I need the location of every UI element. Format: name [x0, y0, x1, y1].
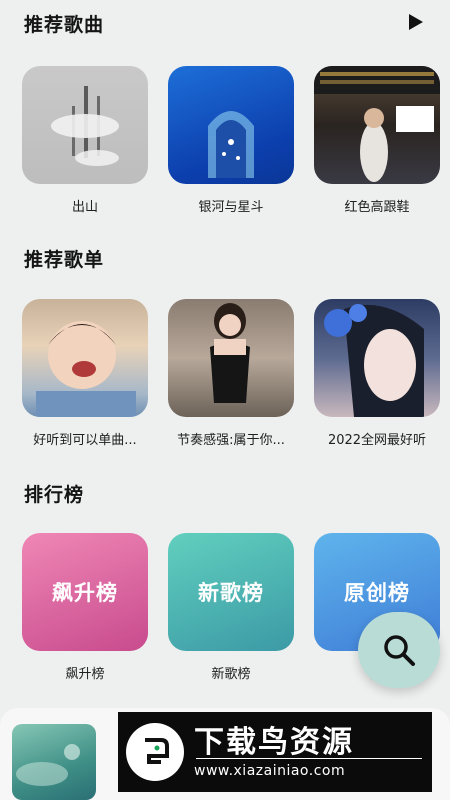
- play-icon: [409, 14, 423, 30]
- recommended-songs-row: 出山 银河与星斗 红色高跟鞋: [0, 66, 450, 226]
- watermark-banner: 下载鸟资源 www.xiazainiao.com: [118, 712, 432, 792]
- playlist-cover-image: [168, 299, 294, 417]
- section-title-charts: 排行榜: [24, 484, 85, 506]
- watermark-divider: [196, 758, 422, 759]
- recommended-playlists-row: 好听到可以单曲... 节奏感强:属于你... 2022全网最好听: [0, 299, 450, 459]
- song-cover-image: [22, 66, 148, 184]
- playlist-cover-image: [22, 299, 148, 417]
- playlist-card[interactable]: 节奏感强:属于你...: [168, 299, 294, 448]
- rank-card-new-songs[interactable]: 新歌榜 新歌榜: [168, 533, 294, 682]
- song-title: 红色高跟鞋: [344, 200, 410, 215]
- watermark-url: www.xiazainiao.com: [194, 763, 346, 779]
- rank-title: 飙升榜: [65, 667, 105, 682]
- playlist-title: 2022全网最好听: [327, 433, 427, 448]
- section-title-recommended-songs: 推荐歌曲: [24, 14, 105, 36]
- song-cover-image: [168, 66, 294, 184]
- playlist-cover-image: [314, 299, 440, 417]
- song-title: 出山: [71, 200, 98, 215]
- playlist-title: 好听到可以单曲...: [33, 433, 137, 448]
- song-cover-image: [314, 66, 440, 184]
- playlist-card[interactable]: 2022全网最好听: [314, 299, 440, 448]
- rank-tile: 飙升榜: [22, 533, 148, 651]
- bird-logo-icon: [126, 723, 184, 781]
- rank-card-soaring[interactable]: 飙升榜 飙升榜: [22, 533, 148, 682]
- section-title-recommended-playlists: 推荐歌单: [24, 249, 105, 271]
- search-icon: [384, 635, 415, 666]
- playlist-title: 节奏感强:属于你...: [177, 433, 285, 448]
- now-playing-cover[interactable]: [12, 724, 96, 800]
- song-card[interactable]: 出山: [22, 66, 148, 215]
- rank-title: 新歌榜: [211, 667, 251, 682]
- song-card[interactable]: 红色高跟鞋: [314, 66, 440, 215]
- play-all-button[interactable]: [404, 10, 428, 34]
- watermark-title: 下载鸟资源: [194, 725, 354, 760]
- playlist-card[interactable]: 好听到可以单曲...: [22, 299, 148, 448]
- song-card[interactable]: 银河与星斗: [168, 66, 294, 215]
- song-title: 银河与星斗: [198, 200, 264, 215]
- rank-tile: 新歌榜: [168, 533, 294, 651]
- search-button[interactable]: [358, 612, 440, 688]
